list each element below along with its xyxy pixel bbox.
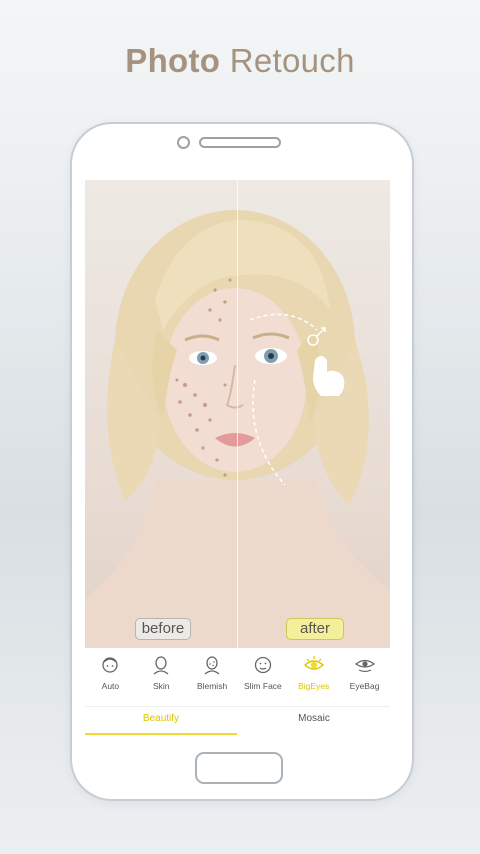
tab-beautify-label: Beautify: [142, 713, 180, 724]
app-screen: before after Auto Skin Blemish Slim Face…: [85, 180, 390, 736]
tool-big-eyes-label: BigEyes: [298, 681, 330, 691]
tool-skin-label: Skin: [152, 681, 170, 691]
big-eyes-icon: [303, 656, 324, 670]
photo-preview[interactable]: before after: [85, 180, 390, 648]
home-button[interactable]: [195, 752, 283, 784]
headline-light: Retouch: [229, 42, 355, 79]
tool-eye-bag[interactable]: EyeBag: [340, 652, 390, 702]
skin-icon: [153, 656, 169, 675]
before-after-divider[interactable]: [237, 180, 238, 648]
slim-face-icon: [254, 656, 272, 674]
bottom-tabs: Beautify Mosaic: [85, 706, 390, 736]
tool-skin[interactable]: Skin: [136, 652, 186, 702]
after-label: after: [286, 618, 344, 640]
before-label: before: [135, 618, 191, 640]
blemish-icon: [204, 656, 220, 675]
active-tab-indicator: [85, 733, 237, 735]
tool-auto-label: Auto: [101, 681, 120, 691]
tool-big-eyes[interactable]: BigEyes: [289, 652, 339, 702]
tool-blemish[interactable]: Blemish: [187, 652, 237, 702]
tab-mosaic[interactable]: Mosaic: [238, 707, 390, 736]
tool-eye-bag-label: EyeBag: [349, 681, 380, 691]
headline: Photo Retouch: [0, 42, 480, 80]
tool-slim-face[interactable]: Slim Face: [238, 652, 288, 702]
camera-icon: [177, 136, 190, 149]
tool-auto[interactable]: Auto: [85, 652, 135, 702]
speaker-grille: [199, 137, 281, 148]
tool-slim-face-label: Slim Face: [243, 681, 282, 691]
eye-bag-icon: [354, 659, 375, 673]
tool-bar: Auto Skin Blemish Slim Face BigEyes EyeB…: [85, 652, 390, 702]
headline-bold: Photo: [125, 42, 221, 79]
tab-beautify[interactable]: Beautify: [85, 707, 237, 736]
tool-blemish-label: Blemish: [196, 681, 228, 691]
auto-face-icon: [102, 657, 119, 673]
tab-mosaic-label: Mosaic: [298, 713, 330, 724]
